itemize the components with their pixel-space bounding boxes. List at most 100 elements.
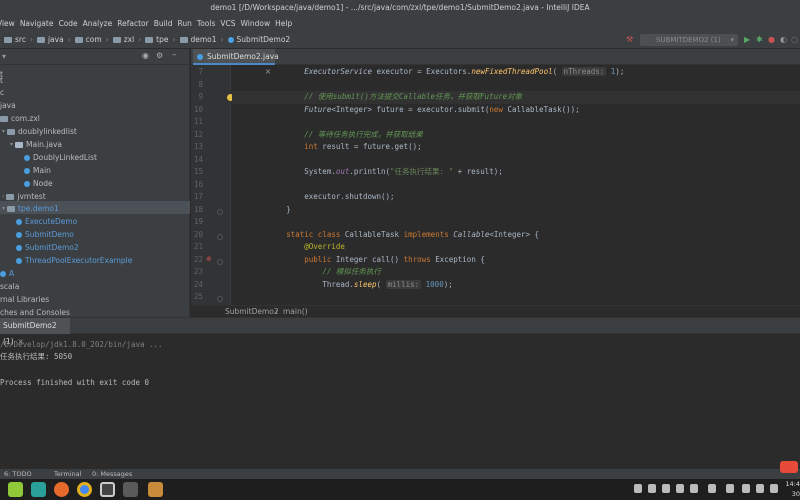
chrome-icon[interactable] <box>77 482 92 497</box>
debug-icon[interactable]: ✱ <box>756 35 763 45</box>
tray-icon[interactable] <box>634 484 642 493</box>
tree-item-label: tpe.demo1 <box>18 204 59 213</box>
tray-icon[interactable] <box>708 484 716 493</box>
code-line-23: // 模拟任务执行 <box>232 266 800 279</box>
package-icon <box>0 115 8 122</box>
tree-item-executedemo[interactable]: ExecuteDemo <box>16 215 77 228</box>
menu-run[interactable]: Run <box>178 19 192 28</box>
line-number: 18 <box>193 205 203 214</box>
tool-window-bar: 6: TODO Terminal 0: Messages <box>0 469 800 479</box>
menu-refactor[interactable]: Refactor <box>117 19 148 28</box>
network-icon[interactable] <box>742 484 750 493</box>
java-file-icon <box>15 141 24 148</box>
profile-icon[interactable]: ◌ <box>791 35 798 45</box>
messages-tab[interactable]: 0: Messages <box>92 469 132 479</box>
tree-item-doublylinkedlist-class[interactable]: DoublyLinkedList <box>24 151 97 164</box>
menu-build[interactable]: Build <box>154 19 173 28</box>
menu-vcs[interactable]: VCS <box>220 19 235 28</box>
chevron-right-icon: › <box>138 35 142 44</box>
input-method-icon[interactable] <box>780 461 798 473</box>
tree-item-main-java[interactable]: ▾ Main.java <box>10 138 62 151</box>
tray-icon[interactable] <box>676 484 684 493</box>
fold-marker-icon[interactable] <box>217 234 223 240</box>
breadcrumb-java[interactable]: java › <box>36 35 71 44</box>
fold-marker-icon[interactable] <box>217 259 223 265</box>
override-marker-icon[interactable]: ⊕ <box>206 255 212 263</box>
chevron-down-icon: ▾ <box>730 36 734 44</box>
build-hammer-icon[interactable]: ⚒ <box>626 35 633 45</box>
code-area[interactable]: ExecutorService executor = Executors.new… <box>232 65 800 305</box>
line-number: 13 <box>193 142 203 151</box>
app-launcher-icon[interactable] <box>8 482 23 497</box>
code-token: implements <box>403 230 449 239</box>
project-panel: ▾ ◉ ⚙ – t t c java com.zxl ▾ doublylinked… <box>0 49 190 317</box>
system-clock[interactable]: 14:4 30 Ma <box>782 479 800 500</box>
menu-window[interactable]: Window <box>241 19 271 28</box>
tree-item-submitdemo2[interactable]: SubmitDemo2 <box>16 241 79 254</box>
folder-icon <box>4 36 12 43</box>
class-icon <box>24 180 30 187</box>
tree-item-threadpoolexecutorexample[interactable]: ThreadPoolExecutorExample <box>16 254 132 267</box>
menu-view[interactable]: View <box>0 19 15 28</box>
code-line-13: int result = future.get(); <box>232 141 800 154</box>
class-icon <box>16 244 22 251</box>
tree-item-label: scala <box>0 282 20 291</box>
code-line-9: // 使用submit()方法提交Callable任务，并获取Future对象 <box>232 91 800 104</box>
editor-tab-submitdemo2[interactable]: SubmitDemo2.java × <box>193 49 279 76</box>
tree-item[interactable]: c <box>0 86 4 99</box>
settings-icon[interactable]: ⚙ <box>156 51 163 60</box>
breadcrumb-submitdemo2[interactable]: SubmitDemo2 <box>227 33 290 46</box>
code-line-7: ExecutorService executor = Executors.new… <box>304 67 625 76</box>
menu-help[interactable]: Help <box>275 19 292 28</box>
breadcrumb-com[interactable]: com › <box>74 35 109 44</box>
code-line-15: System.out.println("任务执行结果: " + result); <box>232 166 800 179</box>
bluetooth-icon[interactable] <box>726 484 734 493</box>
terminal-app-icon[interactable] <box>100 482 115 497</box>
tree-item-main-class[interactable]: Main <box>24 164 51 177</box>
tree-item[interactable]: java <box>0 99 16 112</box>
breadcrumb-src[interactable]: src › <box>4 35 33 44</box>
tree-item-com-zxl[interactable]: com.zxl <box>0 112 40 125</box>
firefox-icon[interactable] <box>54 482 69 497</box>
terminal-tab[interactable]: Terminal <box>54 469 81 479</box>
file-manager-icon[interactable] <box>31 482 46 497</box>
code-comment: // 使用submit()方法提交Callable任务，并获取Future对象 <box>304 92 523 101</box>
tree-item[interactable]: A <box>0 267 14 280</box>
tray-icon[interactable] <box>662 484 670 493</box>
run-icon[interactable]: ▶ <box>744 35 750 45</box>
menu-analyze[interactable]: Analyze <box>83 19 113 28</box>
app-icon[interactable] <box>123 482 138 497</box>
tree-item-submitdemo[interactable]: SubmitDemo <box>16 228 74 241</box>
code-token: Callable <box>448 230 490 239</box>
tree-item-external-libraries[interactable]: rnal Libraries <box>0 293 49 306</box>
os-taskbar: 14:4 30 Ma <box>0 461 800 500</box>
coverage-icon[interactable]: ◐ <box>780 35 787 45</box>
breadcrumb-demo1[interactable]: demo1 › <box>179 35 224 44</box>
tray-icon[interactable] <box>690 484 698 493</box>
run-config-select[interactable]: SUBMITDEMO2 (1) ▾ <box>640 34 738 46</box>
battery-icon[interactable] <box>770 484 778 493</box>
stop-icon[interactable]: ● <box>768 35 775 45</box>
tree-item-label: c <box>0 88 5 97</box>
tree-item-tpe-demo1[interactable]: ▾ tpe.demo1 <box>2 202 59 215</box>
tree-item-node-class[interactable]: Node <box>24 177 53 190</box>
code-token: Thread. <box>322 280 354 289</box>
target-icon[interactable]: ◉ <box>142 51 149 60</box>
intellij-app-icon[interactable] <box>148 482 163 497</box>
menu-navigate[interactable]: Navigate <box>20 19 54 28</box>
hide-icon[interactable]: – <box>172 50 177 60</box>
menu-code[interactable]: Code <box>58 19 77 28</box>
tray-icon[interactable] <box>648 484 656 493</box>
tree-item-doublylinkedlist[interactable]: ▾ doublylinkedlist <box>2 125 77 138</box>
volume-icon[interactable] <box>756 484 764 493</box>
chevron-down-icon[interactable]: ▾ <box>2 52 6 61</box>
fold-marker-icon[interactable] <box>217 209 223 215</box>
menu-tools[interactable]: Tools <box>197 19 215 28</box>
breadcrumb-zxl[interactable]: zxl › <box>112 35 142 44</box>
breadcrumb-tpe[interactable]: tpe › <box>145 35 176 44</box>
fold-marker-icon[interactable] <box>217 296 223 302</box>
line-number: 25 <box>193 292 203 301</box>
run-tab-submitdemo2[interactable]: SubmitDemo2 (1) × <box>0 318 70 346</box>
todo-tab[interactable]: 6: TODO <box>4 469 32 479</box>
tree-item-scala[interactable]: scala <box>0 280 19 293</box>
